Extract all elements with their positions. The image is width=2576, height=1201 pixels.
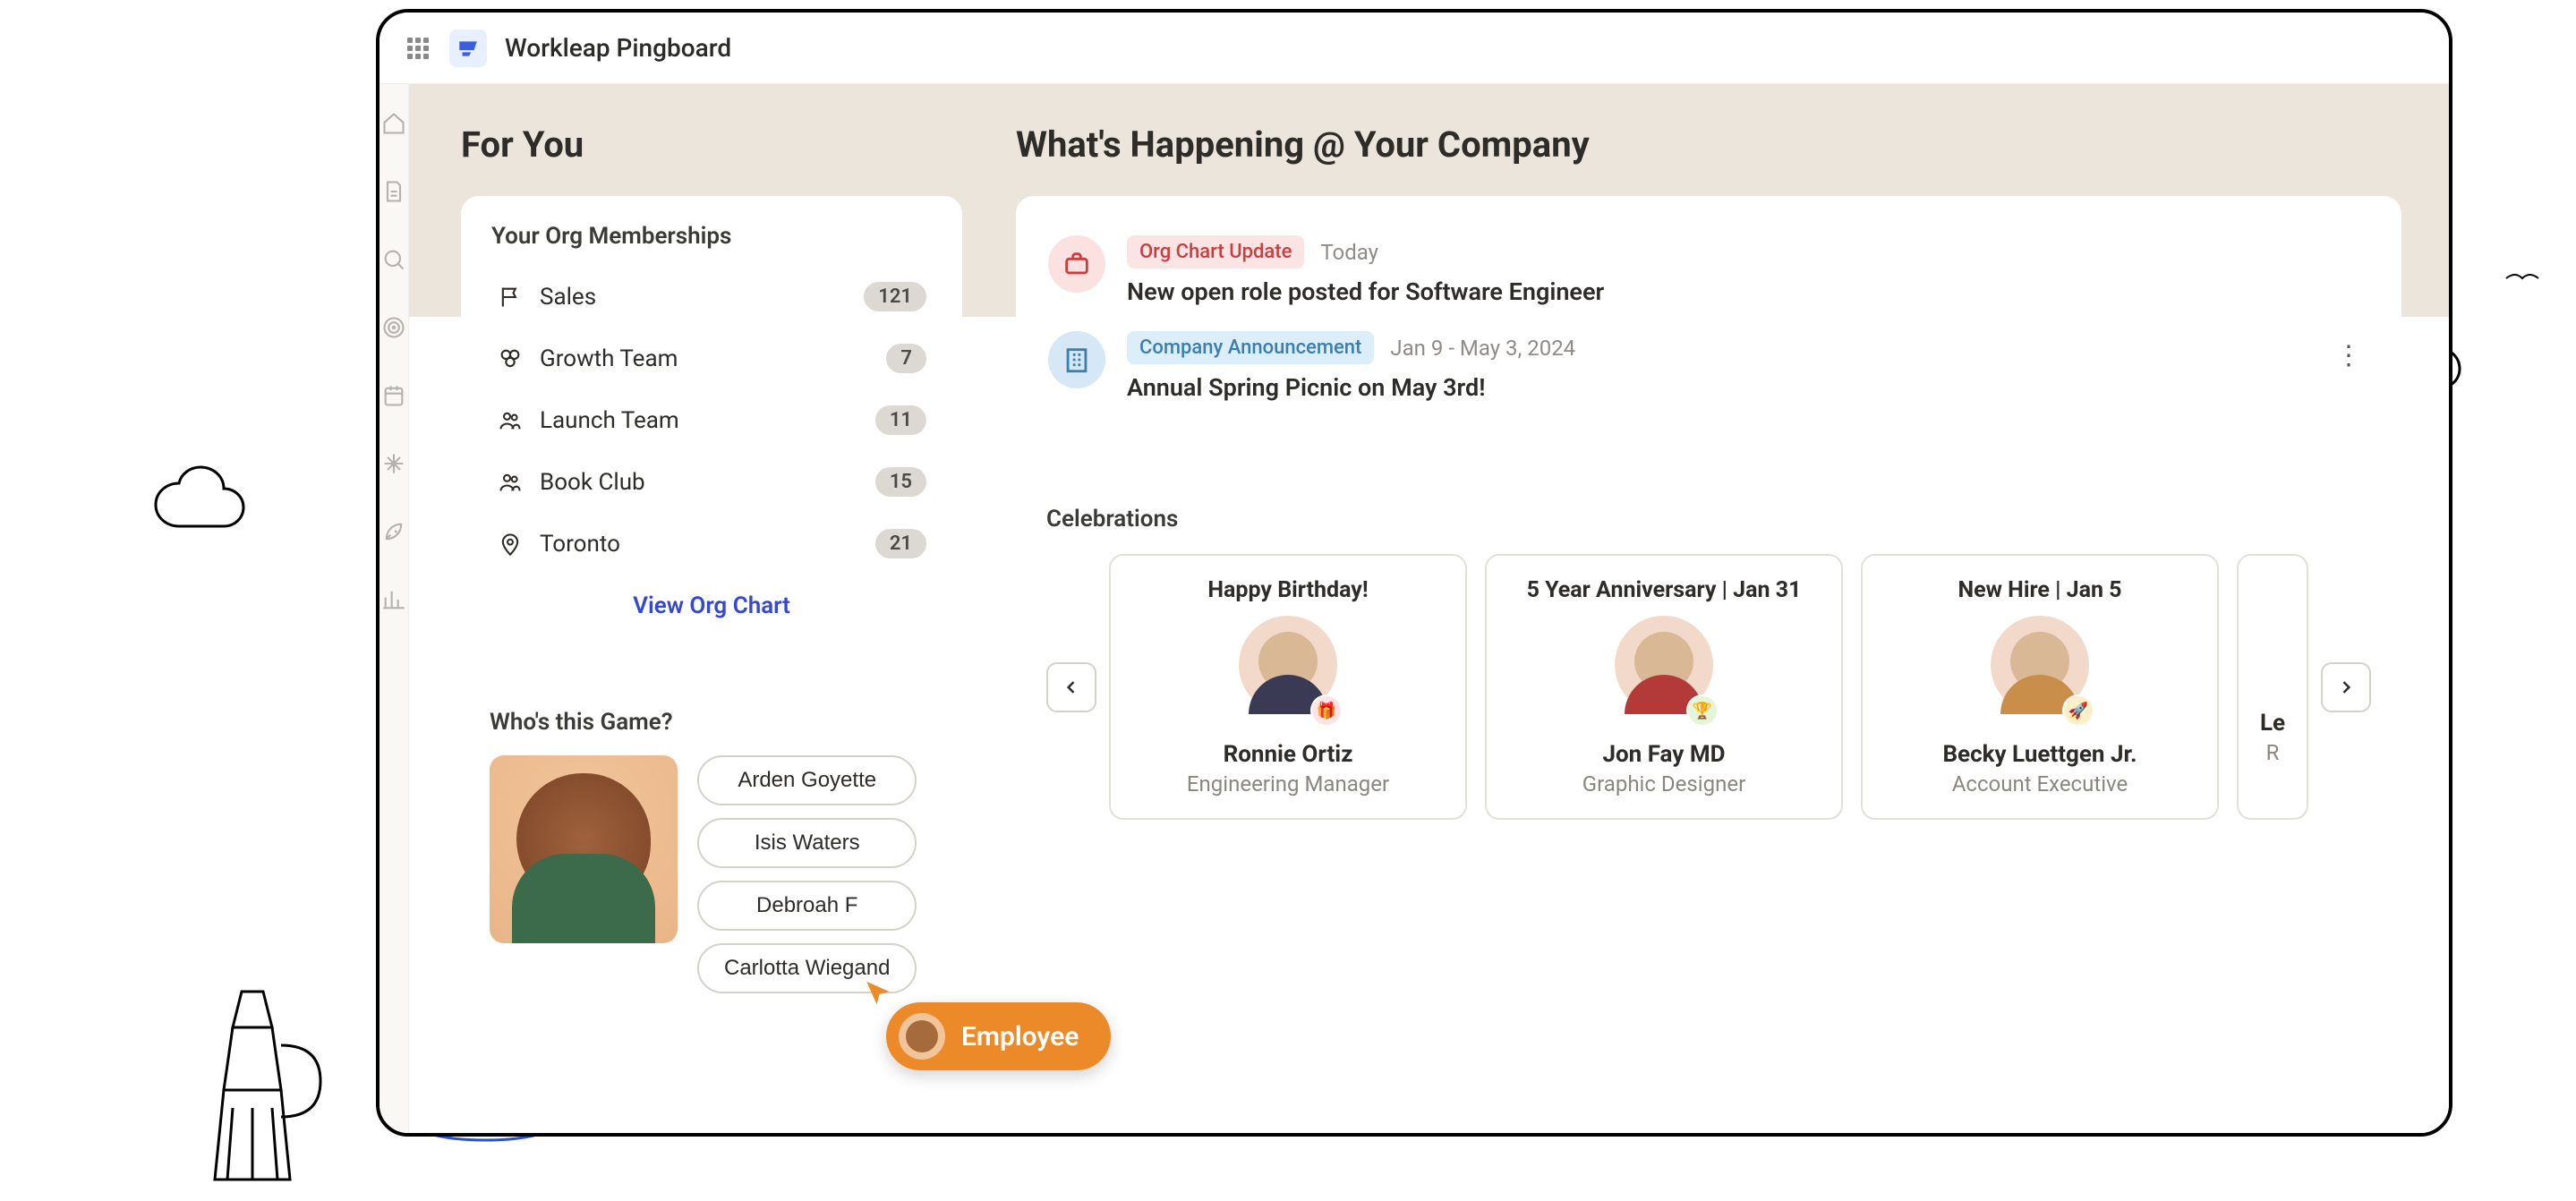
- game-option-button[interactable]: Arden Goyette: [697, 755, 917, 805]
- nav-rocket-icon[interactable]: [380, 517, 408, 546]
- org-count-badge: 21: [875, 529, 926, 558]
- celebration-role: R: [2246, 740, 2299, 765]
- trophy-icon: 🏆: [1686, 694, 1719, 727]
- celebration-name: Ronnie Ortiz: [1127, 741, 1449, 768]
- feed-badge: Company Announcement: [1127, 331, 1374, 364]
- org-item-bookclub[interactable]: Book Club 15: [491, 455, 932, 509]
- app-window: Workleap Pingboard For You Your Org Memb…: [376, 9, 2452, 1137]
- game-option-button[interactable]: Debroah F: [697, 881, 917, 931]
- game-option-button[interactable]: Isis Waters: [697, 818, 917, 868]
- nav-calendar-icon[interactable]: [380, 381, 408, 410]
- cursor-icon: [863, 979, 893, 1013]
- feed-item-title: Annual Spring Picnic on May 3rd!: [1127, 373, 2369, 402]
- celebration-heading: Happy Birthday!: [1127, 577, 1449, 603]
- tooltip-avatar: [899, 1013, 945, 1060]
- briefcase-icon: [1048, 235, 1105, 293]
- org-item-sales[interactable]: Sales 121: [491, 269, 932, 324]
- nav-search-icon[interactable]: [380, 245, 408, 274]
- clover-icon: [497, 345, 524, 372]
- celebrations-title: Celebrations: [1046, 506, 2371, 532]
- org-item-toronto[interactable]: Toronto 21: [491, 516, 932, 571]
- pin-icon: [497, 531, 524, 558]
- apps-grid-icon[interactable]: [405, 35, 431, 62]
- rocket-icon: 🚀: [2062, 694, 2094, 727]
- celebration-card-peek[interactable]: Le R: [2237, 554, 2308, 820]
- celebration-role: Graphic Designer: [1503, 771, 1825, 796]
- decorative-bird-icon: [2504, 264, 2540, 294]
- decorative-cloud-icon: [152, 464, 269, 544]
- users-icon: [497, 407, 524, 434]
- main-content: For You Your Org Memberships Sales 121: [409, 84, 2452, 1133]
- org-memberships-title: Your Org Memberships: [491, 223, 932, 250]
- feed-item[interactable]: Org Chart Update Today New open role pos…: [1048, 223, 2369, 319]
- org-count-badge: 7: [886, 344, 926, 373]
- celebration-card[interactable]: Happy Birthday! 🎁 Ronnie Ortiz Engineeri…: [1109, 554, 1467, 820]
- happening-column: What's Happening @ Your Company Org Char…: [1016, 124, 2401, 1020]
- feed-item-title: New open role posted for Software Engine…: [1127, 277, 2369, 306]
- for-you-title: For You: [461, 124, 962, 166]
- celebration-name: Jon Fay MD: [1503, 741, 1825, 768]
- gift-icon: 🎁: [1310, 694, 1343, 727]
- celebrations-scroll: Happy Birthday! 🎁 Ronnie Ortiz Engineeri…: [1046, 554, 2371, 820]
- org-label: Launch Team: [540, 407, 859, 434]
- carousel-next-button[interactable]: [2321, 662, 2371, 712]
- nav-home-icon[interactable]: [380, 109, 408, 138]
- org-label: Sales: [540, 284, 848, 311]
- org-count-badge: 11: [875, 405, 926, 435]
- celebration-heading: New Hire | Jan 5: [1879, 577, 2201, 603]
- celebrations-card: Celebrations Happy Birthday! �: [1016, 477, 2401, 848]
- org-item-launch[interactable]: Launch Team 11: [491, 393, 932, 447]
- game-title: Who's this Game?: [490, 709, 934, 736]
- org-label: Toronto: [540, 531, 859, 558]
- building-icon: [1048, 331, 1105, 388]
- org-label: Book Club: [540, 469, 859, 496]
- org-item-growth[interactable]: Growth Team 7: [491, 331, 932, 386]
- tooltip-label: Employee: [961, 1021, 1079, 1052]
- org-count-badge: 121: [864, 282, 926, 311]
- carousel-prev-button[interactable]: [1046, 662, 1096, 712]
- brand-name: Workleap Pingboard: [505, 33, 731, 63]
- game-person-avatar: [490, 755, 678, 943]
- users-icon: [497, 469, 524, 496]
- celebration-role: Account Executive: [1879, 771, 2201, 796]
- feed-date: Jan 9 - May 3, 2024: [1390, 336, 1575, 361]
- celebration-card[interactable]: New Hire | Jan 5 🚀 Becky Luettgen Jr. Ac…: [1861, 554, 2219, 820]
- celebration-name: Le: [2246, 710, 2299, 737]
- employee-tooltip: Employee: [886, 1002, 1111, 1070]
- org-count-badge: 15: [875, 467, 926, 497]
- feed-card: Org Chart Update Today New open role pos…: [1016, 196, 2401, 441]
- nav-document-icon[interactable]: [380, 177, 408, 206]
- nav-target-icon[interactable]: [380, 313, 408, 342]
- org-label: Growth Team: [540, 345, 870, 372]
- happening-title: What's Happening @ Your Company: [1016, 124, 2401, 166]
- for-you-column: For You Your Org Memberships Sales 121: [461, 124, 962, 1020]
- top-bar: Workleap Pingboard: [380, 13, 2449, 84]
- celebration-role: Engineering Manager: [1127, 771, 1449, 796]
- org-memberships-card: Your Org Memberships Sales 121 Growth Te…: [461, 196, 962, 646]
- celebration-card[interactable]: 5 Year Anniversary | Jan 31 🏆 Jon Fay MD…: [1485, 554, 1843, 820]
- whos-this-game-card: Who's this Game? Arden Goyette Isis Wate…: [461, 682, 962, 1020]
- nav-sparkle-icon[interactable]: [380, 449, 408, 478]
- feed-badge: Org Chart Update: [1127, 235, 1304, 268]
- flag-icon: [497, 284, 524, 311]
- more-menu-icon[interactable]: ⋮: [2335, 340, 2360, 371]
- nav-chart-icon[interactable]: [380, 585, 408, 614]
- feed-date: Today: [1320, 240, 1378, 265]
- decorative-moka-pot-icon: [188, 983, 331, 1201]
- celebration-heading: 5 Year Anniversary | Jan 31: [1503, 577, 1825, 603]
- brand-logo-icon: [449, 30, 487, 67]
- left-nav-rail: [380, 84, 409, 1133]
- feed-item[interactable]: Company Announcement Jan 9 - May 3, 2024…: [1048, 319, 2369, 414]
- celebration-name: Becky Luettgen Jr.: [1879, 741, 2201, 768]
- view-org-chart-link[interactable]: View Org Chart: [633, 592, 790, 619]
